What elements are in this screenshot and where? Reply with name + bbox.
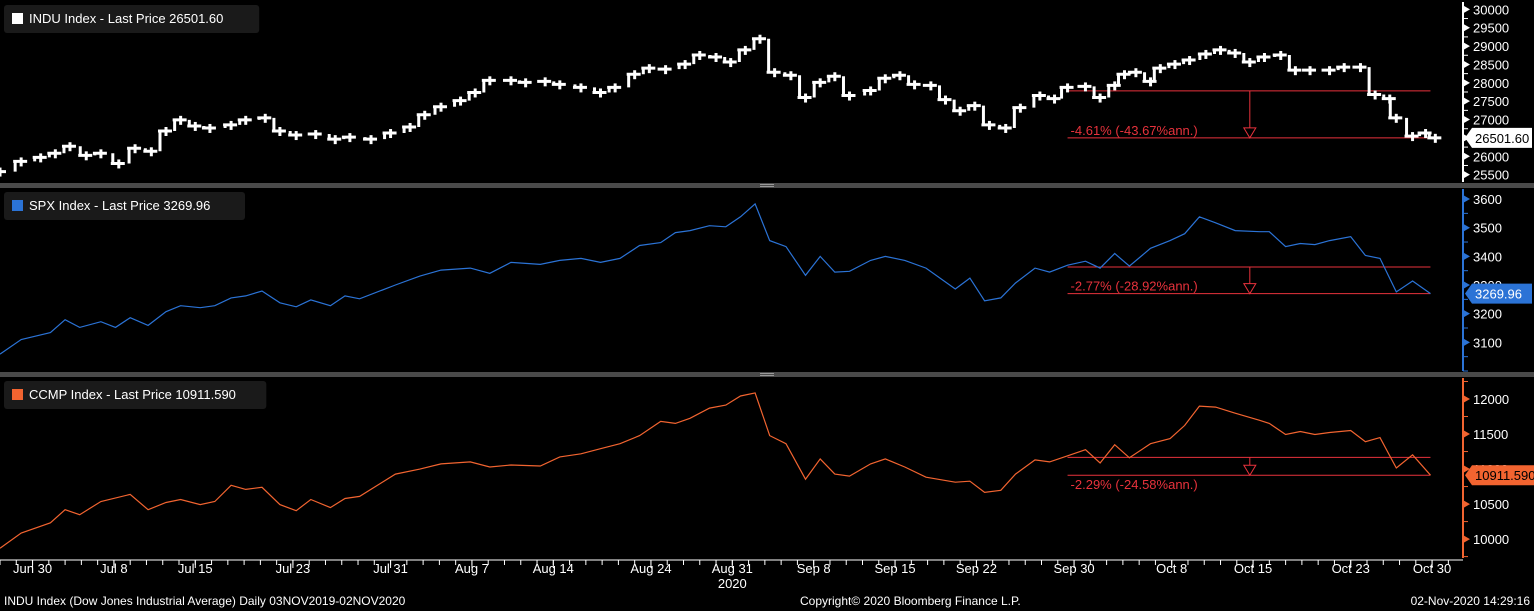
panel-separator[interactable] [0,372,1534,377]
arrow-down-icon [1242,127,1257,139]
y-tick-label: 29000 [1473,39,1509,54]
y-tick-marker [1463,395,1470,404]
last-price-label: 3269.96 [1475,287,1522,302]
y-tick-marker [1463,42,1470,51]
panel-ccmp: 1000010500110001150012000-2.29% (-24.58%… [0,378,1534,558]
legend-swatch-icon [12,389,23,400]
y-tick-marker [1463,60,1470,69]
y-tick-marker [1463,500,1470,509]
y-tick-label: 10500 [1473,497,1509,512]
indu-legend[interactable]: INDU Index - Last Price 26501.60 [4,5,260,33]
y-tick-marker [1463,23,1470,32]
legend-swatch-icon [12,200,23,211]
x-tick-label: Jul 31 [373,561,408,576]
y-tick-marker [1463,338,1470,347]
y-tick-label: 10000 [1473,532,1509,547]
y-tick-marker [1463,252,1470,261]
y-tick-label: 27500 [1473,94,1509,109]
y-tick-label: 28500 [1473,57,1509,72]
x-tick-label: Sep 15 [874,561,915,576]
last-price-label: 10911.590 [1475,468,1534,483]
x-tick-label: Jun 30 [13,561,52,576]
annotation-label: -2.29% (-24.58%ann.) [1071,477,1198,492]
y-tick-label: 3500 [1473,221,1502,236]
y-tick-marker [1463,152,1470,161]
y-tick-marker [1463,309,1470,318]
x-tick-label: Aug 31 [712,561,753,576]
x-tick-label: Jul 8 [100,561,127,576]
separator-grip-icon [760,184,774,185]
chart-canvas: 2550026000265002700027500280002850029000… [0,2,1534,591]
y-tick-label: 27000 [1473,113,1509,128]
footer-description: INDU Index (Dow Jones Industrial Average… [4,594,406,608]
y-tick-label: 29500 [1473,21,1509,36]
panel-indu: 2550026000265002700027500280002850029000… [0,2,1532,183]
arrow-down-icon [1242,283,1257,295]
y-tick-label: 11500 [1473,427,1508,442]
x-tick-label: Aug 7 [455,561,489,576]
x-axis: Jun 30 Jul 8 Jul 15 Jul 23 Jul 31 Aug 7 Aug 14… [0,559,1463,591]
annotation-label: -2.77% (-28.92%ann.) [1071,279,1198,294]
x-tick-label: Oct 30 [1413,561,1451,576]
y-tick-label: 3400 [1473,249,1502,264]
arrow-down-icon [1242,464,1257,477]
y-tick-marker [1463,195,1470,204]
y-tick-marker [1463,5,1470,14]
x-tick-label: Oct 15 [1234,561,1272,576]
y-tick-label: 3600 [1473,192,1502,207]
annotation-label: -4.61% (-43.67%ann.) [1071,123,1198,138]
y-tick-marker [1463,115,1470,124]
legend-swatch-icon [12,13,23,24]
y-tick-marker [1463,430,1470,439]
x-tick-label: Oct 23 [1332,561,1370,576]
y-tick-marker [1463,97,1470,106]
x-tick-label: Jul 23 [276,561,311,576]
legend-label: INDU Index - Last Price 26501.60 [29,11,223,26]
separator-grip-icon [760,186,774,187]
separator-grip-icon [760,373,774,374]
y-tick-label: 30000 [1473,2,1509,17]
y-tick-marker [1463,223,1470,232]
y-tick-label: 28000 [1473,76,1509,91]
y-tick-label: 3200 [1473,307,1502,322]
y-tick-label: 26000 [1473,149,1509,164]
panel-separator[interactable] [0,183,1534,188]
y-tick-marker [1463,535,1470,544]
x-tick-label: Sep 30 [1053,561,1094,576]
y-tick-label: 3100 [1473,335,1502,350]
y-tick-label: 25500 [1473,168,1509,183]
footer-copyright: Copyright© 2020 Bloomberg Finance L.P. [800,594,1021,608]
x-tick-label: Jul 15 [178,561,213,576]
ccmp-price-line [0,392,1431,549]
x-tick-label: Sep 22 [956,561,997,576]
x-tick-label: Aug 14 [533,561,574,576]
y-tick-label: 12000 [1473,392,1509,407]
ccmp-legend[interactable]: CCMP Index - Last Price 10911.590 [4,381,267,409]
legend-label: SPX Index - Last Price 3269.96 [29,198,210,213]
y-tick-marker [1463,78,1470,87]
x-year-label: 2020 [718,576,747,591]
legend-label: CCMP Index - Last Price 10911.590 [29,387,236,402]
footer-timestamp: 02-Nov-2020 14:29:16 [1411,594,1531,608]
panel-spx: 310032003300340035003600-2.77% (-28.92%a… [0,189,1532,372]
spx-price-line [0,202,1431,355]
last-price-label: 26501.60 [1475,131,1529,146]
x-tick-label: Aug 24 [630,561,671,576]
x-tick-label: Oct 8 [1156,561,1187,576]
footer: INDU Index (Dow Jones Industrial Average… [4,594,1531,608]
spx-legend[interactable]: SPX Index - Last Price 3269.96 [4,192,245,220]
separator-grip-icon [760,375,774,376]
y-tick-marker [1463,281,1470,290]
y-tick-marker [1463,170,1470,179]
indu-price-bars [0,37,1442,174]
x-tick-label: Sep 8 [797,561,831,576]
